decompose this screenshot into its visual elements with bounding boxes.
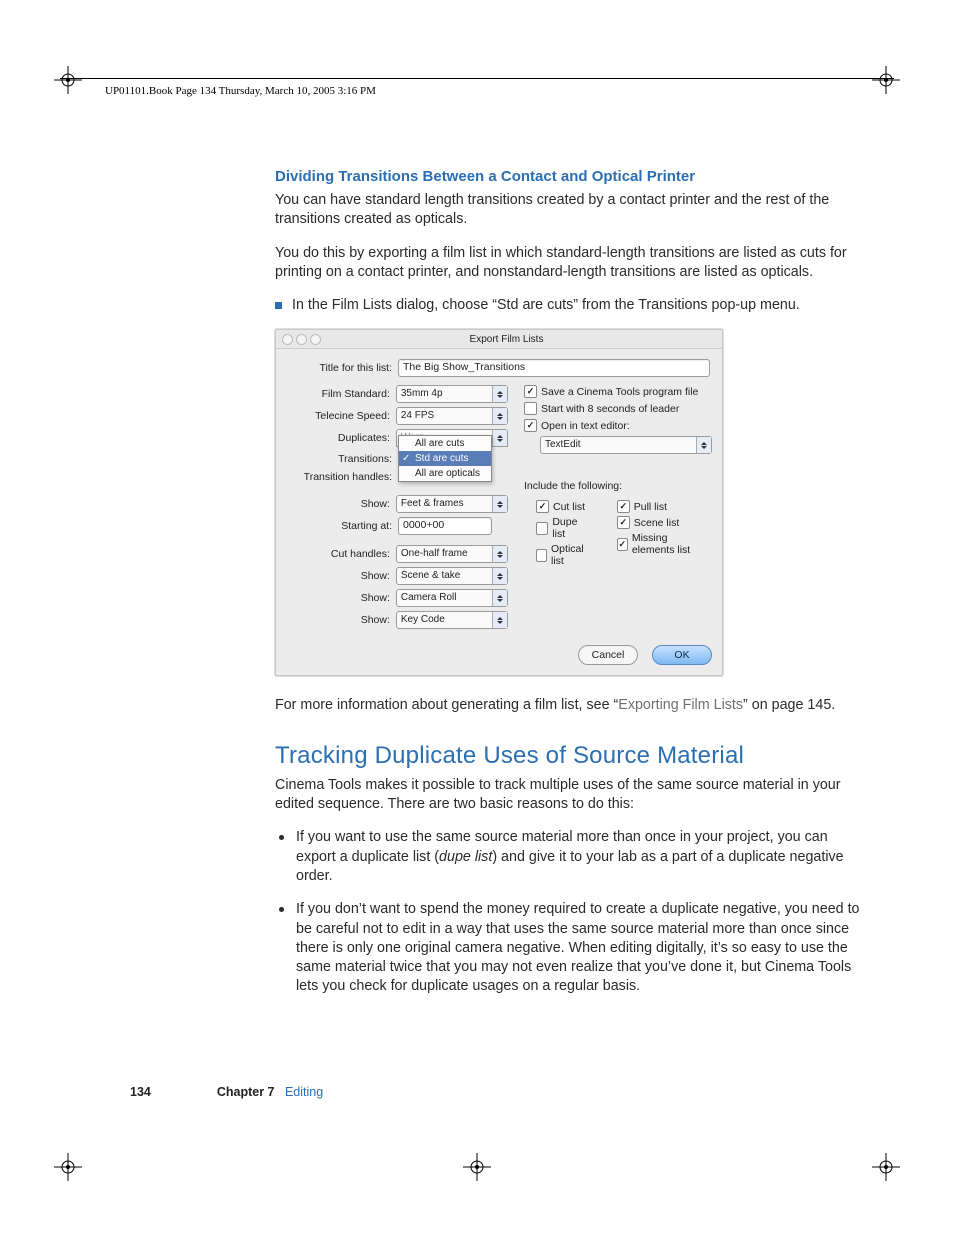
bullet-text: In the Film Lists dialog, choose “Std ar…: [292, 296, 800, 315]
cancel-button[interactable]: Cancel: [578, 645, 638, 665]
scene-list-checkbox[interactable]: [617, 516, 630, 529]
select-arrow-icon: [492, 612, 507, 628]
cut-list-label: Cut list: [553, 501, 585, 513]
starting-at-input[interactable]: 0000+00: [398, 517, 492, 535]
title-list-label: Title for this list:: [288, 362, 398, 374]
bullet-text: If you don’t want to spend the money req…: [296, 900, 870, 996]
heading-tracking-duplicates: Tracking Duplicate Uses of Source Materi…: [275, 742, 870, 770]
dialog-title: Export Film Lists: [291, 334, 722, 345]
cut-list-checkbox[interactable]: [536, 500, 549, 513]
crop-mark-icon: [54, 1153, 82, 1181]
show-camera-roll-select[interactable]: Camera Roll: [396, 589, 508, 607]
show-key-code-select[interactable]: Key Code: [396, 611, 508, 629]
chapter-title: Editing: [285, 1085, 323, 1099]
select-value: 35mm 4p: [401, 388, 443, 399]
film-standard-label: Film Standard:: [288, 388, 396, 400]
optical-list-checkbox[interactable]: [536, 549, 547, 562]
dialog-titlebar: Export Film Lists: [276, 330, 722, 349]
subheading-dividing: Dividing Transitions Between a Contact a…: [275, 168, 870, 185]
dupe-list-label: Dupe list: [552, 516, 590, 540]
select-value: 24 FPS: [401, 410, 434, 421]
select-arrow-icon: [492, 496, 507, 512]
open-editor-checkbox[interactable]: [524, 419, 537, 432]
paragraph: You can have standard length transitions…: [275, 191, 870, 230]
show-label: Show:: [288, 614, 396, 626]
header-rule: [60, 78, 894, 79]
bullet-dot-icon: [279, 907, 284, 912]
duplicates-label: Duplicates:: [288, 432, 396, 444]
chapter-info: Chapter 7 Editing: [207, 1085, 323, 1099]
paragraph: For more information about generating a …: [275, 696, 870, 715]
save-program-checkbox[interactable]: [524, 385, 537, 398]
show-feet-frames-select[interactable]: Feet & frames: [396, 495, 508, 513]
text-editor-select[interactable]: TextEdit: [540, 436, 712, 454]
cut-handles-select[interactable]: One-half frame: [396, 545, 508, 563]
cut-handles-label: Cut handles:: [288, 548, 396, 560]
title-list-input[interactable]: The Big Show_Transitions: [398, 359, 710, 377]
open-editor-label: Open in text editor:: [541, 420, 630, 432]
include-following-label: Include the following:: [524, 480, 712, 492]
text: For more information about generating a …: [275, 697, 618, 713]
film-standard-select[interactable]: 35mm 4p: [396, 385, 508, 403]
bullet-text: If you want to use the same source mater…: [296, 828, 870, 886]
select-value: TextEdit: [545, 439, 581, 450]
telecine-speed-select[interactable]: 24 FPS: [396, 407, 508, 425]
show-scene-take-select[interactable]: Scene & take: [396, 567, 508, 585]
missing-list-label: Missing elements list: [632, 532, 712, 556]
transitions-option[interactable]: All are opticals: [399, 466, 491, 481]
select-arrow-icon: [696, 437, 711, 453]
export-film-lists-dialog: Export Film Lists Title for this list: T…: [275, 329, 723, 676]
emphasis: dupe list: [439, 849, 492, 865]
bullet-dot-icon: [279, 835, 284, 840]
header-text: UP01101.Book Page 134 Thursday, March 10…: [105, 85, 376, 97]
crop-mark-icon: [872, 66, 900, 94]
select-value: Key Code: [401, 614, 445, 625]
select-value: Feet & frames: [401, 498, 464, 509]
select-arrow-icon: [492, 546, 507, 562]
save-program-label: Save a Cinema Tools program file: [541, 386, 698, 398]
show-label: Show:: [288, 570, 396, 582]
select-arrow-icon: [492, 408, 507, 424]
select-value: One-half frame: [401, 548, 468, 559]
crop-mark-icon: [54, 66, 82, 94]
exporting-film-lists-link[interactable]: Exporting Film Lists: [618, 697, 743, 713]
chapter-label: Chapter 7: [217, 1085, 275, 1099]
transitions-dropdown[interactable]: All are cuts Std are cuts All are optica…: [398, 435, 492, 482]
pull-list-label: Pull list: [634, 501, 667, 513]
select-value: Camera Roll: [401, 592, 457, 603]
optical-list-label: Optical list: [551, 543, 591, 567]
bullet-square-icon: [275, 302, 282, 309]
transitions-option[interactable]: All are cuts: [399, 436, 491, 451]
ok-button[interactable]: OK: [652, 645, 712, 665]
telecine-speed-label: Telecine Speed:: [288, 410, 396, 422]
transitions-option-selected[interactable]: Std are cuts: [399, 451, 491, 466]
paragraph: You do this by exporting a film list in …: [275, 244, 870, 283]
page-number: 134: [130, 1085, 151, 1099]
start-leader-checkbox[interactable]: [524, 402, 537, 415]
start-leader-label: Start with 8 seconds of leader: [541, 403, 679, 415]
select-value: Scene & take: [401, 570, 460, 581]
pull-list-checkbox[interactable]: [617, 500, 630, 513]
select-arrow-icon: [492, 590, 507, 606]
transition-handles-label: Transition handles:: [288, 471, 398, 483]
dupe-list-checkbox[interactable]: [536, 522, 548, 535]
show-label: Show:: [288, 498, 396, 510]
select-arrow-icon: [492, 430, 507, 446]
crop-mark-icon: [463, 1153, 491, 1181]
text: ” on page 145.: [743, 697, 835, 713]
select-arrow-icon: [492, 568, 507, 584]
crop-mark-icon: [872, 1153, 900, 1181]
scene-list-label: Scene list: [634, 517, 680, 529]
missing-list-checkbox[interactable]: [617, 538, 628, 551]
paragraph: Cinema Tools makes it possible to track …: [275, 776, 870, 815]
select-arrow-icon: [492, 386, 507, 402]
transitions-label: Transitions:: [288, 453, 398, 465]
show-label: Show:: [288, 592, 396, 604]
starting-at-label: Starting at:: [288, 520, 398, 532]
